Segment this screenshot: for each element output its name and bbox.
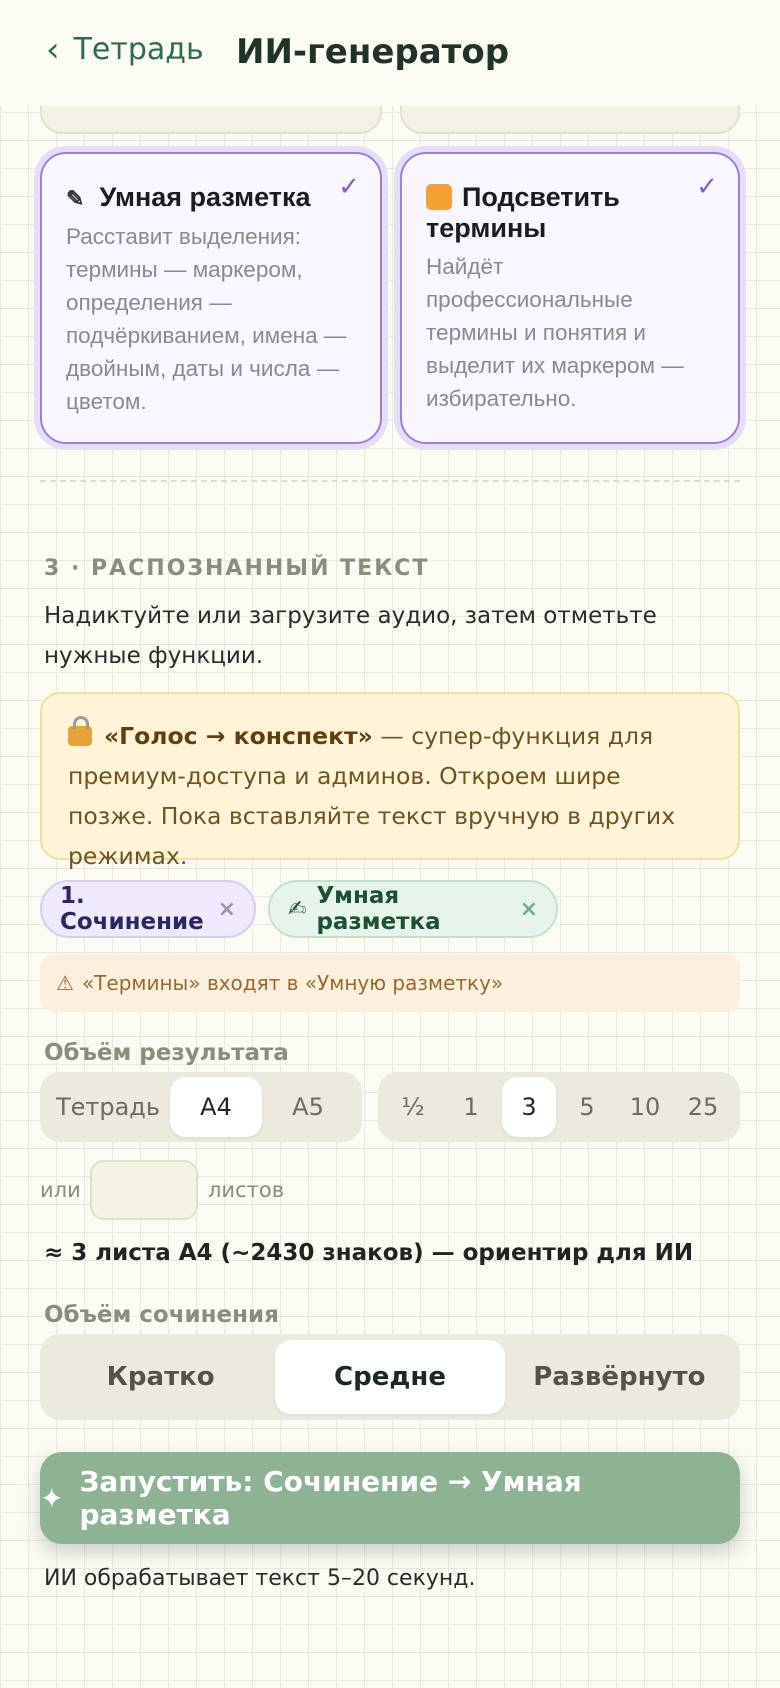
format-option-a4[interactable]: А4 <box>170 1077 262 1137</box>
feature-description: Расставит выделения: термины — маркером,… <box>66 224 347 414</box>
or-label: или <box>40 1178 81 1202</box>
checkmark-icon: ✓ <box>338 172 360 202</box>
custom-sheets-input[interactable] <box>90 1160 198 1220</box>
feature-description: Найдёт профессиональные термины и поняти… <box>426 254 684 411</box>
length-option-detailed[interactable]: Развёрнуто <box>505 1340 734 1414</box>
selected-chip-smart-markup[interactable]: ✍ Умная разметка × <box>268 880 558 938</box>
chevron-left-icon: ‹ <box>46 29 60 70</box>
chip-label: 1. Сочинение <box>60 883 204 935</box>
premium-notice: «Голос → конспект» — супер-функция для п… <box>40 692 740 870</box>
run-button-label: Запустить: Сочинение → Умная разметка <box>79 1465 582 1531</box>
checkmark-icon: ✓ <box>696 172 718 202</box>
back-button[interactable]: ‹ Тетрадь <box>46 32 204 67</box>
format-option-notebook[interactable]: Тетрадь <box>46 1077 170 1137</box>
orange-square-icon <box>426 184 452 210</box>
processing-time-note: ИИ обрабатывает текст 5–20 секунд. <box>44 1566 476 1591</box>
warning-banner: ⚠ «Термины» входят в «Умную разметку» <box>40 954 740 1012</box>
length-option-medium[interactable]: Средне <box>275 1340 505 1414</box>
count-option[interactable]: 5 <box>560 1077 614 1137</box>
count-option[interactable]: 10 <box>618 1077 672 1137</box>
count-option[interactable]: ½ <box>386 1077 440 1137</box>
length-option-short[interactable]: Кратко <box>46 1340 275 1414</box>
section-divider <box>40 480 740 482</box>
count-option[interactable]: 25 <box>676 1077 730 1137</box>
selected-chip-essay[interactable]: 1. Сочинение × <box>40 880 256 938</box>
app-header: ‹ Тетрадь ИИ-генератор <box>0 0 780 106</box>
result-volume-label: Объём результата <box>44 1040 289 1066</box>
feature-card-smart-markup[interactable]: ✓ ✎ Умная разметка Расставит выделения: … <box>40 152 382 444</box>
section-title: 3 · РАСПОЗНАННЫЙ ТЕКСТ <box>44 556 430 581</box>
section-description: Надиктуйте или загрузите аудио, затем от… <box>44 603 657 669</box>
count-option[interactable]: 1 <box>444 1077 498 1137</box>
feature-card-highlight-terms[interactable]: ✓ Подсветить термины Найдёт профессионал… <box>400 152 740 444</box>
close-icon[interactable]: × <box>218 897 236 922</box>
warning-icon: ⚠ <box>56 971 74 995</box>
feature-title: Подсветить термины <box>426 182 620 243</box>
warning-text: «Термины» входят в «Умную разметку» <box>81 971 504 995</box>
count-option[interactable]: 3 <box>502 1077 556 1137</box>
sheets-label: листов <box>208 1178 285 1202</box>
chip-label: Умная разметка <box>316 883 441 935</box>
sparkle-icon: ✦ <box>40 1481 64 1515</box>
back-label: Тетрадь <box>73 32 204 67</box>
volume-estimate: ≈ 3 листа А4 (~2430 знаков) — ориентир д… <box>44 1240 694 1266</box>
format-option-a5[interactable]: А5 <box>262 1077 354 1137</box>
run-button[interactable]: ✦ Запустить: Сочинение → Умная разметка <box>40 1452 740 1544</box>
lock-icon <box>68 716 92 746</box>
format-selector: Тетрадь А4 А5 <box>40 1072 362 1142</box>
pencil-icon: ✎ <box>66 186 85 211</box>
essay-length-selector: Кратко Средне Развёрнуто <box>40 1334 740 1420</box>
essay-volume-label: Объём сочинения <box>44 1302 279 1328</box>
sheet-count-selector: ½ 1 3 5 10 25 <box>378 1072 740 1142</box>
close-icon[interactable]: × <box>520 897 538 922</box>
page-title: ИИ-генератор <box>236 32 510 72</box>
premium-feature-name: «Голос → конспект» <box>104 722 373 750</box>
feature-title: ✎ Умная разметка <box>66 182 311 212</box>
writing-hand-icon: ✍ <box>288 896 307 922</box>
